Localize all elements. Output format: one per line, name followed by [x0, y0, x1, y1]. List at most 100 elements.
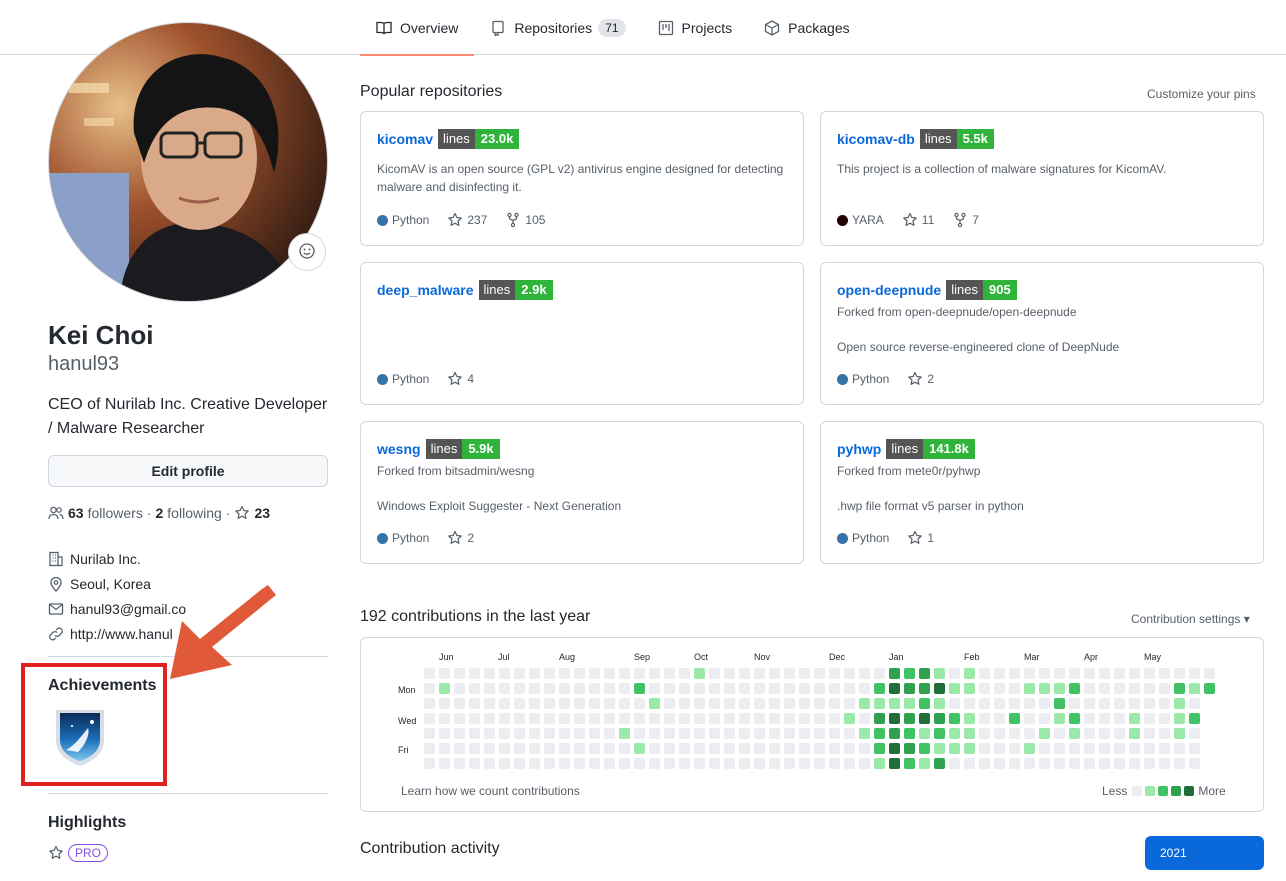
contribution-day-cell[interactable] [469, 668, 480, 679]
forked-from-text[interactable]: Forked from bitsadmin/wesng [377, 464, 534, 478]
contribution-day-cell[interactable] [484, 668, 495, 679]
contribution-day-cell[interactable] [499, 728, 510, 739]
contribution-day-cell[interactable] [1024, 668, 1035, 679]
contribution-day-cell[interactable] [814, 713, 825, 724]
contribution-day-cell[interactable] [859, 743, 870, 754]
repo-stars[interactable]: 2 [907, 371, 934, 387]
contribution-day-cell[interactable] [724, 713, 735, 724]
contribution-day-cell[interactable] [454, 713, 465, 724]
contribution-day-cell[interactable] [1009, 743, 1020, 754]
contribution-day-cell[interactable] [934, 683, 945, 694]
contribution-day-cell[interactable] [514, 758, 525, 769]
contribution-day-cell[interactable] [634, 713, 645, 724]
contribution-day-cell[interactable] [424, 728, 435, 739]
contribution-day-cell[interactable] [694, 713, 705, 724]
contribution-day-cell[interactable] [1174, 668, 1185, 679]
contribution-settings-dropdown[interactable]: Contribution settings ▾ [1131, 612, 1250, 626]
profile-avatar[interactable] [48, 22, 328, 302]
contribution-day-cell[interactable] [619, 728, 630, 739]
contribution-day-cell[interactable] [1159, 668, 1170, 679]
contribution-day-cell[interactable] [859, 713, 870, 724]
contribution-day-cell[interactable] [844, 668, 855, 679]
contribution-day-cell[interactable] [634, 683, 645, 694]
year-2021-button[interactable]: 2021 [1145, 836, 1264, 870]
contribution-day-cell[interactable] [859, 758, 870, 769]
contribution-day-cell[interactable] [619, 713, 630, 724]
contribution-day-cell[interactable] [769, 698, 780, 709]
contribution-day-cell[interactable] [499, 683, 510, 694]
contribution-day-cell[interactable] [499, 743, 510, 754]
contribution-day-cell[interactable] [859, 683, 870, 694]
contribution-day-cell[interactable] [799, 743, 810, 754]
contribution-day-cell[interactable] [799, 668, 810, 679]
tab-projects[interactable]: Projects [642, 0, 749, 55]
contribution-day-cell[interactable] [1024, 713, 1035, 724]
contribution-day-cell[interactable] [604, 728, 615, 739]
contribution-day-cell[interactable] [739, 728, 750, 739]
contribution-day-cell[interactable] [649, 758, 660, 769]
contribution-day-cell[interactable] [604, 668, 615, 679]
contribution-day-cell[interactable] [769, 683, 780, 694]
contribution-day-cell[interactable] [739, 743, 750, 754]
contribution-day-cell[interactable] [604, 743, 615, 754]
contribution-day-cell[interactable] [829, 743, 840, 754]
contribution-day-cell[interactable] [1189, 668, 1200, 679]
contribution-day-cell[interactable] [1039, 668, 1050, 679]
contribution-day-cell[interactable] [829, 668, 840, 679]
contribution-day-cell[interactable] [1144, 728, 1155, 739]
contribution-day-cell[interactable] [1024, 728, 1035, 739]
repo-stars[interactable]: 2 [447, 530, 474, 546]
contribution-day-cell[interactable] [1054, 668, 1065, 679]
contribution-day-cell[interactable] [979, 713, 990, 724]
contribution-day-cell[interactable] [1159, 758, 1170, 769]
contribution-day-cell[interactable] [574, 683, 585, 694]
contribution-day-cell[interactable] [439, 728, 450, 739]
contribution-day-cell[interactable] [1024, 698, 1035, 709]
contribution-day-cell[interactable] [1009, 668, 1020, 679]
contribution-day-cell[interactable] [844, 698, 855, 709]
contribution-day-cell[interactable] [544, 758, 555, 769]
contribution-day-cell[interactable] [784, 758, 795, 769]
contribution-day-cell[interactable] [649, 668, 660, 679]
contribution-day-cell[interactable] [724, 743, 735, 754]
contribution-day-cell[interactable] [1114, 698, 1125, 709]
contribution-day-cell[interactable] [424, 683, 435, 694]
contribution-day-cell[interactable] [1144, 668, 1155, 679]
contribution-day-cell[interactable] [574, 713, 585, 724]
contribution-day-cell[interactable] [919, 683, 930, 694]
contribution-day-cell[interactable] [574, 668, 585, 679]
repo-stars[interactable]: 11 [902, 212, 934, 228]
contribution-day-cell[interactable] [934, 698, 945, 709]
contribution-day-cell[interactable] [484, 758, 495, 769]
contribution-day-cell[interactable] [1174, 683, 1185, 694]
contribution-day-cell[interactable] [529, 728, 540, 739]
contribution-day-cell[interactable] [724, 758, 735, 769]
contribution-day-cell[interactable] [679, 758, 690, 769]
contribution-day-cell[interactable] [574, 728, 585, 739]
contribution-day-cell[interactable] [1174, 743, 1185, 754]
contribution-day-cell[interactable] [799, 758, 810, 769]
contribution-day-cell[interactable] [484, 698, 495, 709]
repo-forks[interactable]: 7 [952, 212, 979, 228]
contribution-day-cell[interactable] [529, 698, 540, 709]
contribution-day-cell[interactable] [1129, 668, 1140, 679]
contribution-day-cell[interactable] [994, 683, 1005, 694]
contribution-day-cell[interactable] [1174, 713, 1185, 724]
contribution-day-cell[interactable] [1024, 743, 1035, 754]
contribution-day-cell[interactable] [709, 713, 720, 724]
contribution-day-cell[interactable] [994, 728, 1005, 739]
contribution-day-cell[interactable] [799, 683, 810, 694]
contribution-day-cell[interactable] [1054, 713, 1065, 724]
contribution-day-cell[interactable] [844, 683, 855, 694]
contribution-day-cell[interactable] [979, 683, 990, 694]
contribution-day-cell[interactable] [979, 728, 990, 739]
contribution-day-cell[interactable] [529, 668, 540, 679]
contribution-day-cell[interactable] [679, 713, 690, 724]
following-link[interactable]: 2 following [156, 505, 222, 521]
contribution-day-cell[interactable] [904, 698, 915, 709]
contribution-day-cell[interactable] [979, 743, 990, 754]
contribution-day-cell[interactable] [994, 743, 1005, 754]
contribution-day-cell[interactable] [649, 743, 660, 754]
contribution-day-cell[interactable] [1024, 758, 1035, 769]
contribution-day-cell[interactable] [934, 713, 945, 724]
